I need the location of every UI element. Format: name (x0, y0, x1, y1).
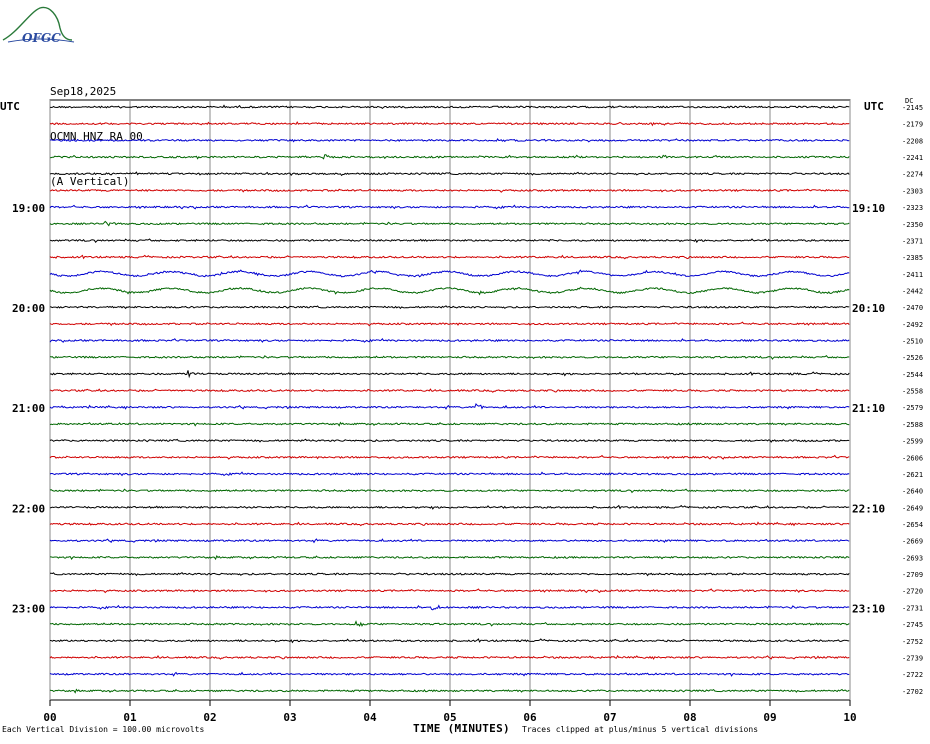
x-axis-title: TIME (MINUTES) (413, 722, 510, 735)
dc-offset-label: -2442 (902, 287, 923, 295)
dc-offset-label: -2492 (902, 321, 923, 329)
time-label-right: 21:10 (852, 402, 885, 415)
dc-offset-label: -2640 (902, 488, 923, 496)
dc-offset-label: -2145 (902, 104, 923, 112)
dc-offset-label: -2579 (902, 404, 923, 412)
dc-offset-label: -2385 (902, 254, 923, 262)
dc-offset-label: -2669 (902, 538, 923, 546)
footnote-scale: Each Vertical Division = 100.00 microvol… (2, 725, 205, 734)
x-tick-label: 04 (363, 711, 377, 724)
dc-offset-label: -2745 (902, 621, 923, 629)
x-tick-label: 08 (683, 711, 696, 724)
dc-offset-label: -2599 (902, 438, 923, 446)
time-label-right: 23:10 (852, 602, 885, 615)
x-tick-label: 06 (523, 711, 537, 724)
dc-offset-label: -2621 (902, 471, 923, 479)
dc-offset-label: -2558 (902, 388, 923, 396)
x-tick-label: 00 (43, 711, 56, 724)
dc-offset-label: -2654 (902, 521, 923, 529)
time-label-right: 19:10 (852, 202, 885, 215)
dc-offset-label: -2720 (902, 588, 923, 596)
dc-offset-label: -2208 (902, 137, 923, 145)
dc-offset-label: -2350 (902, 221, 923, 229)
dc-offset-label: -2470 (902, 304, 923, 312)
dc-offset-label: -2510 (902, 338, 923, 346)
x-tick-label: 10 (843, 711, 856, 724)
x-tick-label: 01 (123, 711, 137, 724)
dc-offset-label: -2303 (902, 187, 923, 195)
dc-offset-label: -2752 (902, 638, 923, 646)
dc-offset-label: -2323 (902, 204, 923, 212)
time-label-left: 23:00 (12, 602, 45, 615)
dc-offset-label: -2179 (902, 121, 923, 129)
dc-offset-label: -2709 (902, 571, 923, 579)
time-label-left: 19:00 (12, 202, 45, 215)
dc-offset-label: -2731 (902, 604, 923, 612)
time-label-left: 20:00 (12, 302, 45, 315)
dc-offset-label: -2722 (902, 671, 923, 679)
dc-offset-label: -2649 (902, 504, 923, 512)
time-label-right: 20:10 (852, 302, 885, 315)
dc-offset-label: -2526 (902, 354, 923, 362)
time-label-left: 22:00 (12, 502, 45, 515)
footnote-clip: Traces clipped at plus/minus 5 vertical … (522, 725, 759, 734)
time-label-left: 21:00 (12, 402, 45, 415)
dc-offset-label: -2588 (902, 421, 923, 429)
dc-offset-label: -2693 (902, 554, 923, 562)
time-label-right: 22:10 (852, 502, 885, 515)
dc-offset-label: -2544 (902, 371, 923, 379)
x-tick-label: 09 (763, 711, 776, 724)
dc-offset-label: -2606 (902, 454, 923, 462)
dc-offset-label: -2241 (902, 154, 923, 162)
dc-offset-label: -2274 (902, 171, 923, 179)
seismogram-plot: 00 01 02 03 04 05 06 07 08 09 10-2145-2179-2208-22… (12, 99, 923, 724)
x-tick-label: 02 (203, 711, 216, 724)
x-tick-label: 03 (283, 711, 296, 724)
dc-offset-label: -2702 (902, 688, 923, 696)
dc-offset-label: -2739 (902, 654, 923, 662)
x-tick-label: 07 (603, 711, 616, 724)
dc-offset-label: -2411 (902, 271, 923, 279)
dc-offset-label: -2371 (902, 237, 923, 245)
